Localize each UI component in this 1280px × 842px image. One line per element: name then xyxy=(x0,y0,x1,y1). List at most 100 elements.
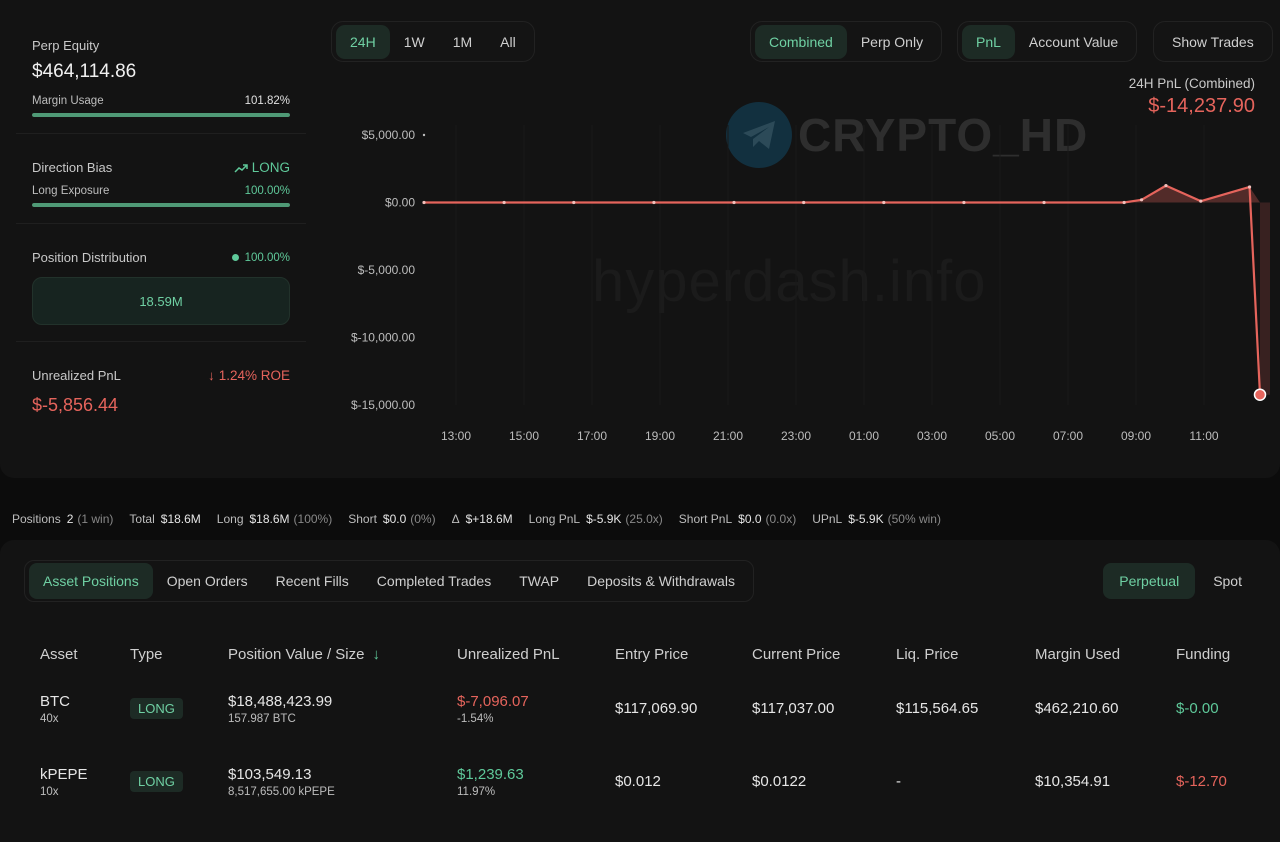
col-unrealized-pnl[interactable]: Unrealized PnL xyxy=(441,636,599,672)
market-tab-spot[interactable]: Spot xyxy=(1197,563,1258,599)
stat-delta-label: Δ xyxy=(451,512,460,526)
roe-indicator: ↓ 1.24% ROE xyxy=(208,368,290,383)
y-tick-label: $-10,000.00 xyxy=(351,331,415,345)
stat-upnl-note: (50% win) xyxy=(887,512,941,526)
stat-positions-note: (1 win) xyxy=(77,512,114,526)
y-tick-mark xyxy=(422,133,426,137)
pnl-point[interactable] xyxy=(962,200,966,205)
account-summary: Perp Equity $464,114.86 Margin Usage 101… xyxy=(16,16,306,434)
stat-long: Long $18.6M (100%) xyxy=(217,512,332,526)
col-asset[interactable]: Asset xyxy=(24,636,114,672)
pnl-point[interactable] xyxy=(882,200,886,205)
pnl-current-point[interactable] xyxy=(1253,388,1267,401)
pnl-line xyxy=(424,184,1262,395)
table-header-row: Asset Type Position Value / Size ↓ Unreal… xyxy=(24,636,1260,672)
position-distribution-pct-text: 100.00% xyxy=(244,251,290,264)
range-tab-1w[interactable]: 1W xyxy=(390,25,439,59)
dot-icon xyxy=(231,253,239,261)
col-funding[interactable]: Funding xyxy=(1160,636,1260,672)
asset-name[interactable]: kPEPE xyxy=(40,766,114,783)
pnl-point[interactable] xyxy=(802,200,806,205)
metric-tab-account-value[interactable]: Account Value xyxy=(1015,25,1132,59)
sort-desc-icon: ↓ xyxy=(372,645,380,663)
x-tick-label: 07:00 xyxy=(1053,429,1083,443)
range-tab-all[interactable]: All xyxy=(486,25,530,59)
col-current-price[interactable]: Current Price xyxy=(736,636,880,672)
position-size: 8,517,655.00 kPEPE xyxy=(228,785,335,798)
table-row[interactable]: BTC 40x LONG $18,488,423.99 157.987 BTC $-… xyxy=(24,672,1260,745)
col-position-value[interactable]: Position Value / Size ↓ xyxy=(212,636,441,672)
stat-short: Short $0.0 (0%) xyxy=(348,512,435,526)
col-liq-price[interactable]: Liq. Price xyxy=(880,636,1019,672)
entry-price: $0.012 xyxy=(615,773,661,790)
metric-tab-pnl[interactable]: PnL xyxy=(962,24,1015,59)
entry-price: $117,069.90 xyxy=(615,700,698,717)
pnl-point[interactable] xyxy=(1247,185,1252,189)
position-value: $103,549.13 xyxy=(228,765,312,783)
margin-used: $462,210.60 xyxy=(1035,700,1119,717)
margin-used: $10,354.91 xyxy=(1035,773,1111,790)
table-row[interactable]: kPEPE 10x LONG $103,549.13 8,517,655.00 kP… xyxy=(24,745,1260,818)
stat-long-note: (100%) xyxy=(293,512,333,526)
pnl-point[interactable] xyxy=(422,200,426,205)
position-pnl-pct: -1.54% xyxy=(457,712,494,725)
x-tick-label: 03:00 xyxy=(917,429,947,443)
stat-short-pnl-value: $0.0 xyxy=(738,512,762,526)
pnl-point[interactable] xyxy=(1122,200,1126,205)
stat-total-label: Total xyxy=(129,512,155,526)
pnl-point[interactable] xyxy=(1139,198,1144,202)
position-pnl: $-7,096.07 xyxy=(457,692,529,710)
tab-deposits-withdrawals[interactable]: Deposits & Withdrawals xyxy=(573,563,749,599)
col-margin-used[interactable]: Margin Used xyxy=(1019,636,1160,672)
x-tick-label: 01:00 xyxy=(849,429,879,443)
show-trades-button[interactable]: Show Trades xyxy=(1158,25,1268,59)
tab-open-orders[interactable]: Open Orders xyxy=(153,563,262,599)
asset-leverage: 40x xyxy=(40,712,59,725)
position-distribution-label: Position Distribution xyxy=(32,250,147,265)
pnl-point[interactable] xyxy=(502,200,506,205)
stat-positions-label: Positions xyxy=(12,512,61,526)
position-distribution-section: Position Distribution 100.00% 18.59M xyxy=(16,224,306,342)
position-distribution-bar[interactable]: 18.59M xyxy=(32,277,290,325)
col-type[interactable]: Type xyxy=(114,636,212,672)
x-tick-label: 05:00 xyxy=(985,429,1015,443)
liq-price: - xyxy=(896,773,901,790)
pnl-chart[interactable]: $5,000.00 $0.00 $-5,000.00 $-10,000.00 $-15,… xyxy=(330,95,1275,450)
y-tick-label: $0.00 xyxy=(385,196,415,210)
pnl-point[interactable] xyxy=(1042,200,1046,205)
col-entry-price[interactable]: Entry Price xyxy=(599,636,736,672)
range-tab-1m[interactable]: 1M xyxy=(439,25,486,59)
stat-short-pnl-note: (0.0x) xyxy=(765,512,797,526)
position-pnl-pct: 11.97% xyxy=(457,785,496,798)
perp-equity-label: Perp Equity xyxy=(32,38,100,53)
market-type-tabs: Perpetual Spot xyxy=(1103,560,1258,602)
tab-completed-trades[interactable]: Completed Trades xyxy=(363,563,505,599)
pnl-period-title: 24H PnL (Combined) xyxy=(1128,76,1255,91)
pnl-point[interactable] xyxy=(1164,184,1168,188)
view-tab-combined[interactable]: Combined xyxy=(755,24,847,59)
view-tab-perp-only[interactable]: Perp Only xyxy=(847,25,937,59)
asset-name[interactable]: BTC xyxy=(40,693,114,710)
pnl-point[interactable] xyxy=(732,200,736,205)
long-exposure-bar-fill xyxy=(32,203,290,207)
direction-bias-label: Direction Bias xyxy=(32,160,113,175)
tab-asset-positions[interactable]: Asset Positions xyxy=(29,563,153,599)
market-tab-perpetual[interactable]: Perpetual xyxy=(1103,563,1196,599)
pnl-point[interactable] xyxy=(652,200,656,205)
tab-recent-fills[interactable]: Recent Fills xyxy=(262,563,363,599)
unrealized-pnl-label: Unrealized PnL xyxy=(32,368,121,383)
pnl-point[interactable] xyxy=(1199,199,1203,203)
stat-delta: Δ $+18.6M xyxy=(452,512,513,526)
tab-twap[interactable]: TWAP xyxy=(505,563,573,599)
stat-short-note: (0%) xyxy=(410,512,436,526)
stat-long-label: Long xyxy=(216,512,244,526)
range-tab-24h[interactable]: 24H xyxy=(336,24,390,59)
stat-total: Total $18.6M xyxy=(129,512,200,526)
pnl-point[interactable] xyxy=(572,200,576,205)
margin-usage-bar xyxy=(32,113,290,117)
positions-table: Asset Type Position Value / Size ↓ Unreal… xyxy=(24,636,1260,818)
stat-long-pnl-value: $-5.9K xyxy=(586,512,622,526)
x-tick-label: 15:00 xyxy=(509,429,539,443)
stat-total-value: $18.6M xyxy=(160,512,201,526)
unrealized-pnl-section: Unrealized PnL ↓ 1.24% ROE $-5,856.44 xyxy=(16,342,306,434)
